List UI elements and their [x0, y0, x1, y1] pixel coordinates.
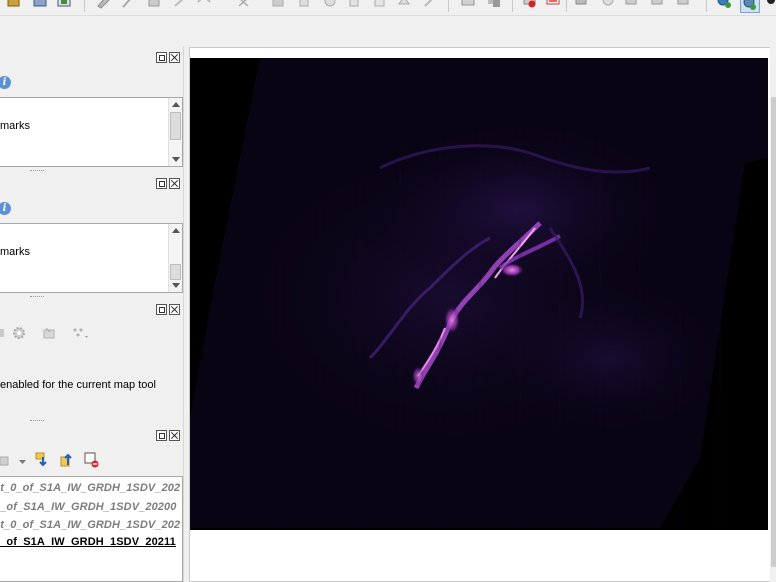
dock-splitter[interactable] [183, 46, 186, 582]
diagram-icon[interactable] [460, 0, 476, 10]
gps-globe-icon[interactable] [716, 0, 732, 10]
panel-1-scrollbar[interactable] [168, 98, 182, 166]
layer-styling-icon[interactable] [486, 0, 502, 10]
plugin-e-icon[interactable] [676, 0, 692, 10]
panel-1-resize-grip[interactable] [30, 170, 44, 172]
panel-1-list[interactable]: marks [0, 97, 183, 167]
identify-message: enabled for the current map tool [0, 379, 156, 391]
layer-item[interactable]: 0_of_S1A_IW_GRDH_1SDV_20200 [0, 501, 176, 513]
paste-features-icon[interactable] [346, 0, 362, 10]
select-features-icon[interactable] [42, 326, 56, 340]
panel-3-close-icon[interactable] [169, 304, 180, 315]
record-icon[interactable] [522, 0, 538, 10]
new-layer-icon[interactable] [6, 0, 22, 10]
panel-3-controls [156, 304, 182, 316]
label-tool-icon[interactable] [422, 0, 438, 10]
add-feature-icon[interactable] [172, 0, 188, 10]
cut-features-icon[interactable] [296, 0, 312, 10]
panel-2-float-icon[interactable] [156, 178, 167, 189]
panel-2-scrollbar[interactable] [168, 224, 182, 292]
database-icon[interactable] [32, 0, 48, 10]
panel-1-controls [156, 52, 182, 64]
move-feature-icon[interactable] [196, 0, 212, 10]
scroll-up-icon[interactable] [172, 102, 180, 107]
panel-1-close-icon[interactable] [169, 52, 180, 63]
plugin-d-icon[interactable] [650, 0, 666, 10]
raster-layer-image [190, 58, 768, 528]
layer-item[interactable]: et_0_of_S1A_IW_GRDH_1SDV_202 [0, 482, 180, 494]
scroll-thumb[interactable] [771, 97, 776, 567]
panel-1-list-item[interactable]: marks [0, 120, 30, 132]
panel-2-info-icon[interactable]: i [0, 202, 11, 215]
layer-item[interactable]: et_0_of_S1A_IW_GRDH_1SDV_202 [0, 519, 180, 531]
pencil-icon[interactable] [120, 0, 136, 10]
panel-2-resize-grip[interactable] [30, 296, 44, 298]
expand-all-icon[interactable] [35, 452, 51, 468]
scroll-down-icon[interactable] [172, 283, 180, 288]
panel-4-close-icon[interactable] [169, 430, 180, 441]
scroll-thumb[interactable] [170, 264, 181, 280]
panel-2-close-icon[interactable] [169, 178, 180, 189]
remove-layer-icon[interactable] [84, 452, 100, 468]
copy-features-icon[interactable] [322, 0, 338, 10]
panel-2-list[interactable]: marks [0, 223, 183, 293]
settings-gear-icon[interactable] [12, 326, 26, 340]
delete-selected-icon[interactable] [270, 0, 286, 10]
plugin-b-icon[interactable] [600, 0, 616, 10]
scroll-up-icon[interactable] [172, 228, 180, 233]
points-options-icon[interactable] [72, 326, 88, 340]
processing-toggle-icon[interactable] [740, 0, 760, 13]
digitize-icon[interactable] [96, 0, 112, 10]
layer-item-active[interactable]: 0_of_S1A_IW_GRDH_1SDV_20211 [0, 536, 176, 548]
panel-3-resize-grip[interactable] [30, 420, 44, 422]
panel-1-info-icon[interactable]: i [0, 76, 11, 89]
filter-legend-icon[interactable] [0, 454, 25, 468]
redo-icon[interactable] [396, 0, 412, 10]
undo-icon[interactable] [372, 0, 388, 10]
dropdown-arrow-icon[interactable] [18, 454, 32, 468]
panel-4-controls [156, 430, 182, 442]
panel-1-float-icon[interactable] [156, 52, 167, 63]
raster-calculator-icon[interactable] [56, 0, 72, 10]
secondary-toolbar [0, 17, 776, 45]
collapse-all-icon[interactable] [60, 452, 76, 468]
scroll-thumb[interactable] [170, 112, 181, 140]
stop-icon[interactable] [545, 0, 561, 10]
vertex-tool-icon[interactable] [236, 0, 252, 10]
panel-2-controls [156, 178, 182, 190]
layers-list[interactable]: et_0_of_S1A_IW_GRDH_1SDV_202 0_of_S1A_IW… [0, 476, 183, 582]
panel-4-float-icon[interactable] [156, 430, 167, 441]
canvas-vertical-scrollbar[interactable] [770, 47, 776, 582]
map-canvas[interactable] [190, 58, 768, 530]
plugin-c-icon[interactable] [624, 0, 640, 10]
save-edits-icon[interactable] [146, 0, 162, 10]
panel-2-list-item[interactable]: marks [0, 246, 30, 258]
overflow-icon[interactable] [766, 0, 776, 10]
panel-3-float-icon[interactable] [156, 304, 167, 315]
scroll-down-icon[interactable] [172, 157, 180, 162]
main-toolbar [0, 0, 776, 16]
plugin-a-icon[interactable] [574, 0, 590, 10]
